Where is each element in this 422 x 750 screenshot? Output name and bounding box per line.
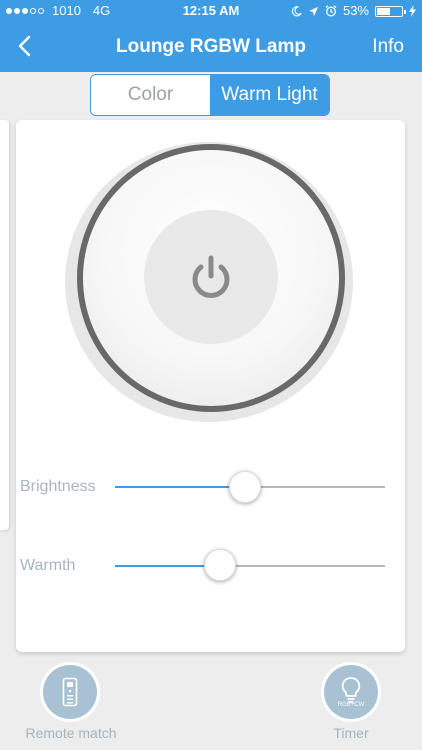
charging-bolt-icon	[409, 5, 416, 17]
tab-color[interactable]: Color	[91, 75, 210, 115]
status-icons: 53%	[291, 0, 416, 22]
warmth-label: Warmth	[20, 557, 76, 574]
nav-bar: Lounge RGBW Lamp Info	[0, 22, 422, 72]
brightness-slider-fill	[115, 486, 245, 488]
rgb-cw-tag: RGB+CW	[337, 702, 365, 708]
mode-segmented-control: Color Warm Light	[90, 74, 330, 116]
tab-warm-light[interactable]: Warm Light	[210, 75, 329, 115]
brightness-label: Brightness	[20, 478, 96, 495]
location-arrow-icon	[308, 6, 319, 16]
warmth-slider-track[interactable]	[115, 565, 385, 567]
alarm-icon	[325, 5, 337, 17]
info-button[interactable]: Info	[372, 36, 404, 58]
back-button[interactable]	[12, 32, 40, 60]
timer-button[interactable]: RGB+CW	[321, 662, 381, 722]
power-button[interactable]	[144, 210, 278, 344]
timer-button-face: RGB+CW	[324, 665, 378, 719]
page-title: Lounge RGBW Lamp	[116, 36, 306, 57]
moon-icon	[291, 5, 302, 16]
previous-card-peek	[0, 120, 9, 530]
remote-control-icon	[62, 677, 78, 707]
power-icon	[192, 255, 230, 298]
status-bar: 1010 4G 12:15 AM 53%	[0, 0, 422, 22]
timer-label: Timer	[333, 725, 369, 741]
battery-icon	[375, 5, 406, 17]
battery-level	[377, 7, 390, 15]
lightbulb-icon	[341, 677, 361, 703]
brightness-slider-thumb[interactable]	[228, 471, 261, 503]
remote-match-label: Remote match	[25, 725, 117, 741]
remote-match-button-face	[43, 665, 97, 719]
chevron-left-icon	[18, 35, 31, 57]
battery-percent: 53%	[342, 3, 369, 18]
remote-match-button[interactable]	[40, 662, 100, 722]
header: 1010 4G 12:15 AM 53% Lounge RGBW Lamp In…	[0, 0, 422, 72]
